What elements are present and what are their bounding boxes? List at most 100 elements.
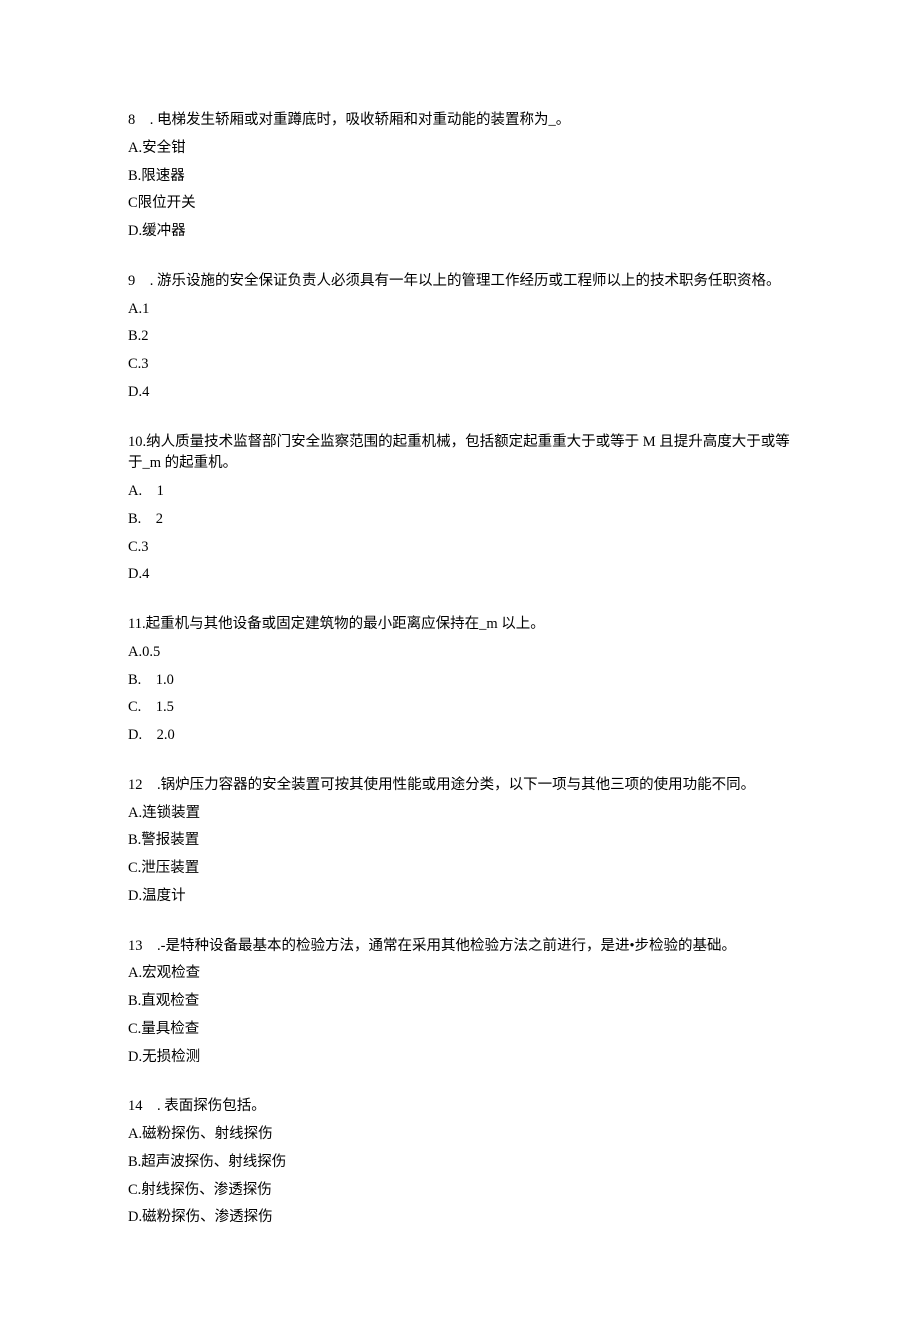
option-label: C. bbox=[128, 1182, 141, 1198]
option: C.射线探伤、渗透探伤 bbox=[128, 1180, 792, 1202]
question-number: 12 bbox=[128, 777, 143, 793]
option-label: D. bbox=[128, 1209, 142, 1225]
option: B.直观检查 bbox=[128, 991, 792, 1013]
question-body: 起重机与其他设备或固定建筑物的最小距离应保持在_m 以上。 bbox=[146, 616, 545, 632]
option-label: B. bbox=[128, 1154, 141, 1170]
option-text: 0.5 bbox=[142, 644, 160, 660]
question-block: 11.起重机与其他设备或固定建筑物的最小距离应保持在_m 以上。 A.0.5 B. … bbox=[128, 614, 792, 747]
option-label: D. bbox=[128, 223, 142, 239]
option-label: D. bbox=[128, 1049, 142, 1065]
question-separator: . bbox=[143, 1098, 165, 1114]
option-text: 限位开关 bbox=[138, 195, 196, 211]
option-text: 连锁装置 bbox=[142, 805, 200, 821]
option-text: 超声波探伤、射线探伤 bbox=[141, 1154, 286, 1170]
option: B. 2 bbox=[128, 509, 792, 531]
option-text: 3 bbox=[141, 539, 148, 555]
option-label: C bbox=[128, 195, 138, 211]
question-text: 13 .-是特种设备最基本的检验方法，通常在采用其他检验方法之前进行，是进•步检… bbox=[128, 936, 792, 958]
question-body: 锅炉压力容器的安全装置可按其使用性能或用途分类，以下一项与其他三项的使用功能不同… bbox=[161, 777, 756, 793]
option: B. 1.0 bbox=[128, 670, 792, 692]
option-label: A. bbox=[128, 301, 142, 317]
option: A.1 bbox=[128, 299, 792, 321]
question-body: 电梯发生轿厢或对重蹲底时，吸收轿厢和对重动能的装置称为_。 bbox=[157, 112, 570, 128]
option: D.缓冲器 bbox=[128, 221, 792, 243]
question-separator: . bbox=[135, 112, 157, 128]
option-label: D. bbox=[128, 566, 142, 582]
option-text: 直观检查 bbox=[141, 993, 199, 1009]
option: D. 2.0 bbox=[128, 725, 792, 747]
question-number: 10. bbox=[128, 434, 146, 450]
option-text: 温度计 bbox=[142, 888, 186, 904]
option: D.温度计 bbox=[128, 886, 792, 908]
option-text: 2 bbox=[141, 328, 148, 344]
question-separator: . bbox=[143, 777, 161, 793]
question-block: 10.纳人质量技术监督部门安全监察范围的起重机械，包括额定起重重大于或等于 M … bbox=[128, 432, 792, 587]
option-text: 无损检测 bbox=[142, 1049, 200, 1065]
option-label: A. bbox=[128, 805, 142, 821]
option-label: C. bbox=[128, 860, 141, 876]
question-block: 13 .-是特种设备最基本的检验方法，通常在采用其他检验方法之前进行，是进•步检… bbox=[128, 936, 792, 1069]
question-number: 13 bbox=[128, 938, 143, 954]
option: D.4 bbox=[128, 564, 792, 586]
option-text: 4 bbox=[142, 384, 149, 400]
option: A.0.5 bbox=[128, 642, 792, 664]
option: C限位开关 bbox=[128, 193, 792, 215]
option: A.磁粉探伤、射线探伤 bbox=[128, 1124, 792, 1146]
option-text: 1.0 bbox=[156, 672, 174, 688]
question-text: 11.起重机与其他设备或固定建筑物的最小距离应保持在_m 以上。 bbox=[128, 614, 792, 636]
option-label: D. bbox=[128, 384, 142, 400]
option: B.限速器 bbox=[128, 166, 792, 188]
question-separator: . bbox=[135, 273, 157, 289]
option-label: C. bbox=[128, 699, 156, 715]
option-label: A. bbox=[128, 483, 157, 499]
question-number: 14 bbox=[128, 1098, 143, 1114]
option-text: 限速器 bbox=[141, 168, 185, 184]
question-block: 9 . 游乐设施的安全保证负责人必须具有一年以上的管理工作经历或工程师以上的技术… bbox=[128, 271, 792, 404]
option-label: A. bbox=[128, 1126, 142, 1142]
option: A.安全钳 bbox=[128, 138, 792, 160]
question-text: 12 .锅炉压力容器的安全装置可按其使用性能或用途分类，以下一项与其他三项的使用… bbox=[128, 775, 792, 797]
option-label: B. bbox=[128, 672, 156, 688]
question-separator: . bbox=[143, 938, 161, 954]
option: A.连锁装置 bbox=[128, 803, 792, 825]
question-body: 纳人质量技术监督部门安全监察范围的起重机械，包括额定起重重大于或等于 M 且提升… bbox=[128, 434, 790, 472]
option-text: 宏观检查 bbox=[142, 965, 200, 981]
option-text: 1.5 bbox=[156, 699, 174, 715]
option-text: 安全钳 bbox=[142, 140, 186, 156]
question-text: 14 . 表面探伤包括。 bbox=[128, 1096, 792, 1118]
option-label: C. bbox=[128, 539, 141, 555]
option-text: 射线探伤、渗透探伤 bbox=[141, 1182, 272, 1198]
option-label: C. bbox=[128, 1021, 141, 1037]
option-label: B. bbox=[128, 328, 141, 344]
question-block: 12 .锅炉压力容器的安全装置可按其使用性能或用途分类，以下一项与其他三项的使用… bbox=[128, 775, 792, 908]
option-label: B. bbox=[128, 832, 141, 848]
question-body: -是特种设备最基本的检验方法，通常在采用其他检验方法之前进行，是进•步检验的基础… bbox=[161, 938, 736, 954]
option: C.3 bbox=[128, 354, 792, 376]
option-text: 2.0 bbox=[157, 727, 175, 743]
option-text: 1 bbox=[142, 301, 149, 317]
option-label: B. bbox=[128, 511, 156, 527]
option-text: 3 bbox=[141, 356, 148, 372]
question-block: 8 . 电梯发生轿厢或对重蹲底时，吸收轿厢和对重动能的装置称为_。A.安全钳B.… bbox=[128, 110, 792, 243]
option-label: B. bbox=[128, 168, 141, 184]
option: B.超声波探伤、射线探伤 bbox=[128, 1152, 792, 1174]
option: B.警报装置 bbox=[128, 830, 792, 852]
question-text: 10.纳人质量技术监督部门安全监察范围的起重机械，包括额定起重重大于或等于 M … bbox=[128, 432, 792, 476]
question-number: 11. bbox=[128, 616, 146, 632]
option-text: 磁粉探伤、射线探伤 bbox=[142, 1126, 273, 1142]
option: D.磁粉探伤、渗透探伤 bbox=[128, 1207, 792, 1229]
option-text: 2 bbox=[156, 511, 163, 527]
option: D.4 bbox=[128, 382, 792, 404]
option-text: 4 bbox=[142, 566, 149, 582]
option: C.泄压装置 bbox=[128, 858, 792, 880]
option-label: B. bbox=[128, 993, 141, 1009]
option-label: A. bbox=[128, 140, 142, 156]
question-text: 8 . 电梯发生轿厢或对重蹲底时，吸收轿厢和对重动能的装置称为_。 bbox=[128, 110, 792, 132]
option-text: 磁粉探伤、渗透探伤 bbox=[142, 1209, 273, 1225]
option-label: C. bbox=[128, 356, 141, 372]
option: C.3 bbox=[128, 537, 792, 559]
option-text: 警报装置 bbox=[141, 832, 199, 848]
question-block: 14 . 表面探伤包括。A.磁粉探伤、射线探伤B.超声波探伤、射线探伤C.射线探… bbox=[128, 1096, 792, 1229]
document-content: 8 . 电梯发生轿厢或对重蹲底时，吸收轿厢和对重动能的装置称为_。A.安全钳B.… bbox=[128, 110, 792, 1229]
option-text: 缓冲器 bbox=[142, 223, 186, 239]
